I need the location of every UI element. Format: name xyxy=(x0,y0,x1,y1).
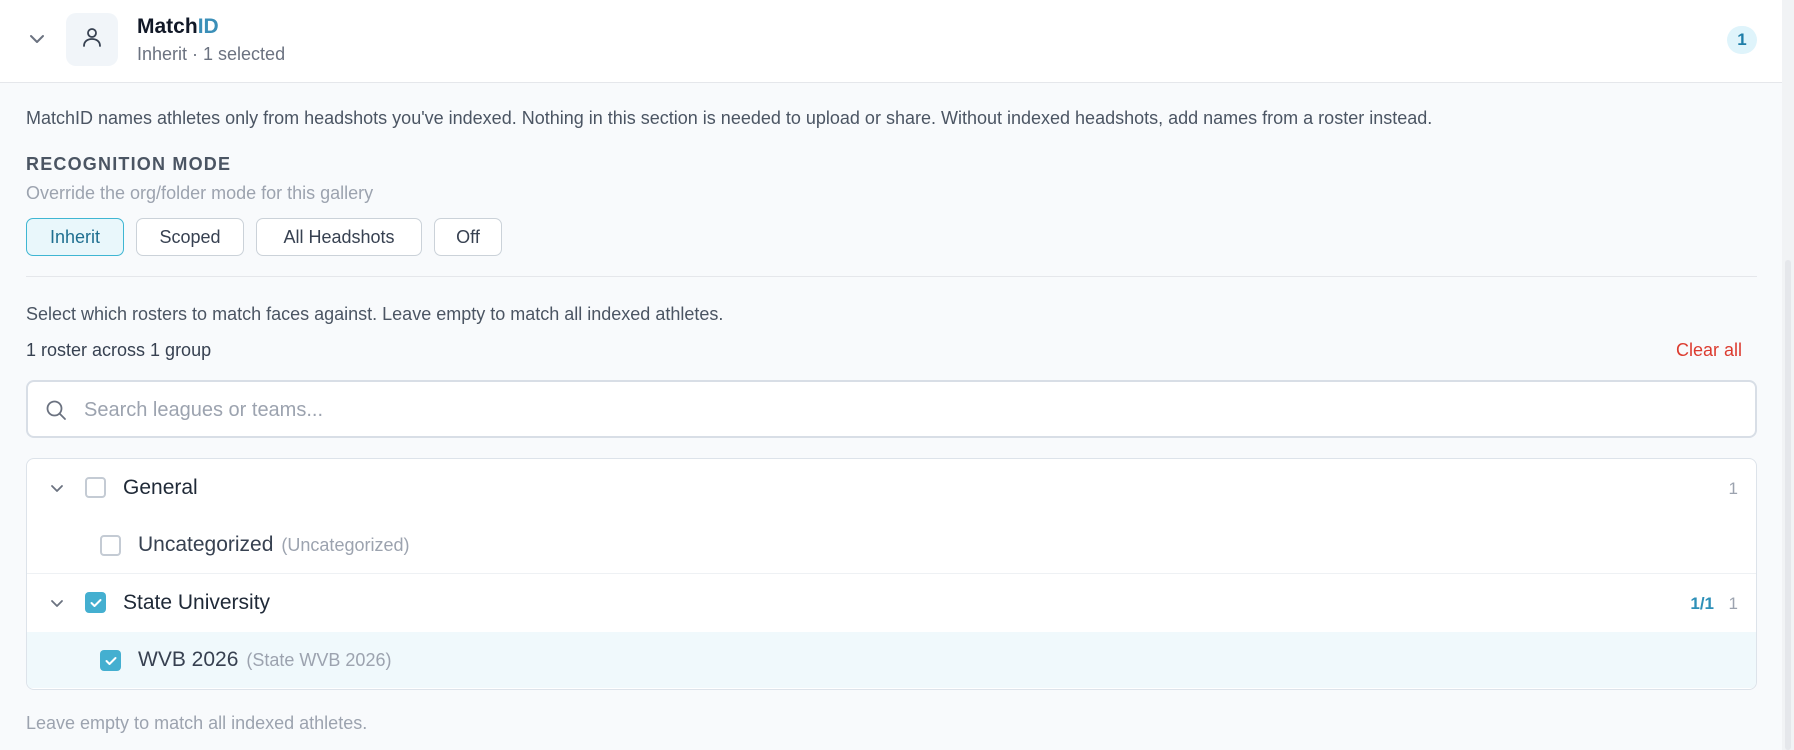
scrollbar-thumb[interactable] xyxy=(1785,260,1791,750)
intro-text: MatchID names athletes only from headsho… xyxy=(26,108,1433,128)
section-subtitle: Inherit · 1 selected xyxy=(137,44,286,64)
group-checkbox-state-university[interactable] xyxy=(85,592,106,613)
group-checkbox-general[interactable] xyxy=(85,477,106,498)
group-count: 1 xyxy=(1728,479,1738,498)
group-count: 1 xyxy=(1728,594,1738,613)
divider xyxy=(26,276,1757,277)
roster-name: Uncategorized xyxy=(138,533,274,556)
roster-name: WVB 2026 xyxy=(138,648,239,671)
chevron-down-icon[interactable] xyxy=(26,28,48,50)
mode-option-scoped[interactable]: Scoped xyxy=(136,218,244,256)
mode-option-inherit[interactable]: Inherit xyxy=(26,218,124,256)
avatar xyxy=(66,13,118,66)
roster-code: (Uncategorized) xyxy=(281,535,410,555)
user-icon xyxy=(80,25,104,54)
matchid-header[interactable]: MatchID Inherit · 1 selected 1 xyxy=(0,0,1782,83)
chevron-down-icon[interactable] xyxy=(47,593,67,613)
scrollbar[interactable] xyxy=(1782,0,1794,750)
group-row-state-university[interactable]: State University 1/1 1 xyxy=(27,574,1756,632)
title-accent: ID xyxy=(197,15,219,38)
selected-ratio: 1/1 xyxy=(1690,594,1714,613)
roster-label: WVB 2026 (State WVB 2026) xyxy=(138,648,391,672)
group-label: General xyxy=(123,476,198,499)
roster-code: (State WVB 2026) xyxy=(246,650,392,670)
search-input[interactable] xyxy=(82,390,1726,430)
roster-summary: 1 roster across 1 group xyxy=(26,340,212,360)
roster-checkbox-uncategorized[interactable] xyxy=(100,535,121,556)
roster-search xyxy=(26,380,1757,438)
recognition-mode-title: RECOGNITION MODE xyxy=(26,154,232,174)
roster-row-uncategorized[interactable]: Uncategorized (Uncategorized) xyxy=(27,517,1756,573)
footer-note: Leave empty to match all indexed athlete… xyxy=(26,713,368,733)
recognition-mode-subtitle: Override the org/folder mode for this ga… xyxy=(26,183,374,203)
section-title-matchid: MatchID xyxy=(137,15,219,39)
search-icon xyxy=(44,398,68,422)
roster-help-text: Select which rosters to match faces agai… xyxy=(26,304,724,324)
mode-option-off[interactable]: Off xyxy=(434,218,502,256)
count-badge: 1 xyxy=(1727,26,1757,54)
matchid-panel: MatchID Inherit · 1 selected 1 MatchID n… xyxy=(0,0,1783,750)
group-label: State University xyxy=(123,591,271,614)
chevron-down-icon[interactable] xyxy=(47,478,67,498)
roster-tree: General 1 Uncategorized (Uncategorized) S… xyxy=(26,458,1757,690)
roster-label: Uncategorized (Uncategorized) xyxy=(138,533,409,557)
clear-all-link[interactable]: Clear all xyxy=(1676,340,1742,361)
check-icon xyxy=(105,656,116,665)
check-icon xyxy=(90,598,101,607)
roster-checkbox-wvb-2026[interactable] xyxy=(100,650,121,671)
roster-row-wvb-2026[interactable]: WVB 2026 (State WVB 2026) xyxy=(27,632,1756,688)
group-row-general[interactable]: General 1 xyxy=(27,459,1756,517)
mode-option-all-headshots[interactable]: All Headshots xyxy=(256,218,422,256)
title-main: Match xyxy=(137,15,198,38)
